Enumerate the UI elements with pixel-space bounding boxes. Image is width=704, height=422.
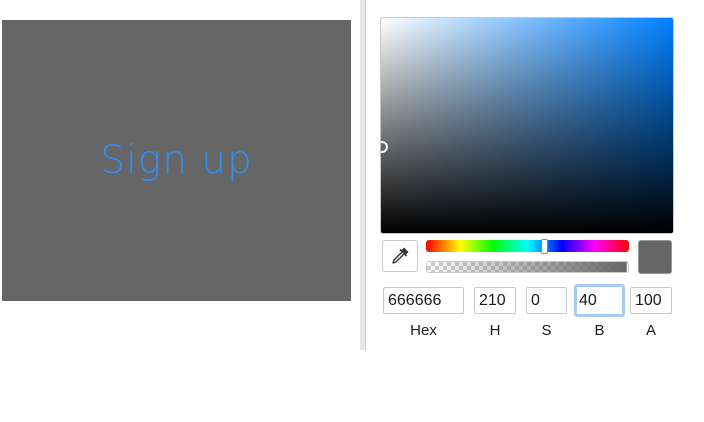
preview-area: Sign up bbox=[2, 20, 351, 301]
saturation-field[interactable] bbox=[526, 287, 567, 314]
alpha-slider[interactable] bbox=[426, 261, 629, 273]
hue-slider[interactable] bbox=[426, 239, 629, 254]
alpha-gradient bbox=[427, 262, 628, 272]
saturation-label: S bbox=[541, 322, 552, 339]
alpha-field[interactable] bbox=[630, 287, 672, 314]
saturation-brightness-area[interactable] bbox=[380, 17, 674, 234]
hex-label: Hex bbox=[410, 322, 437, 339]
brightness-field[interactable] bbox=[574, 284, 625, 317]
eyedropper-icon bbox=[392, 247, 409, 264]
hue-label: H bbox=[489, 322, 501, 339]
current-color-swatch bbox=[638, 240, 672, 274]
hue-field[interactable] bbox=[474, 287, 516, 314]
brightness-label: B bbox=[594, 322, 605, 339]
sign-up-preview-text: Sign up bbox=[100, 138, 253, 183]
hue-slider-thumb[interactable] bbox=[541, 239, 549, 254]
saturation-brightness-cursor[interactable] bbox=[381, 141, 388, 153]
eyedropper-button[interactable] bbox=[382, 240, 418, 272]
hex-field[interactable] bbox=[383, 287, 464, 314]
alpha-label: A bbox=[645, 322, 656, 339]
alpha-slider-thumb[interactable] bbox=[626, 262, 628, 272]
color-picker-panel: Hex H S B A bbox=[366, 0, 704, 350]
